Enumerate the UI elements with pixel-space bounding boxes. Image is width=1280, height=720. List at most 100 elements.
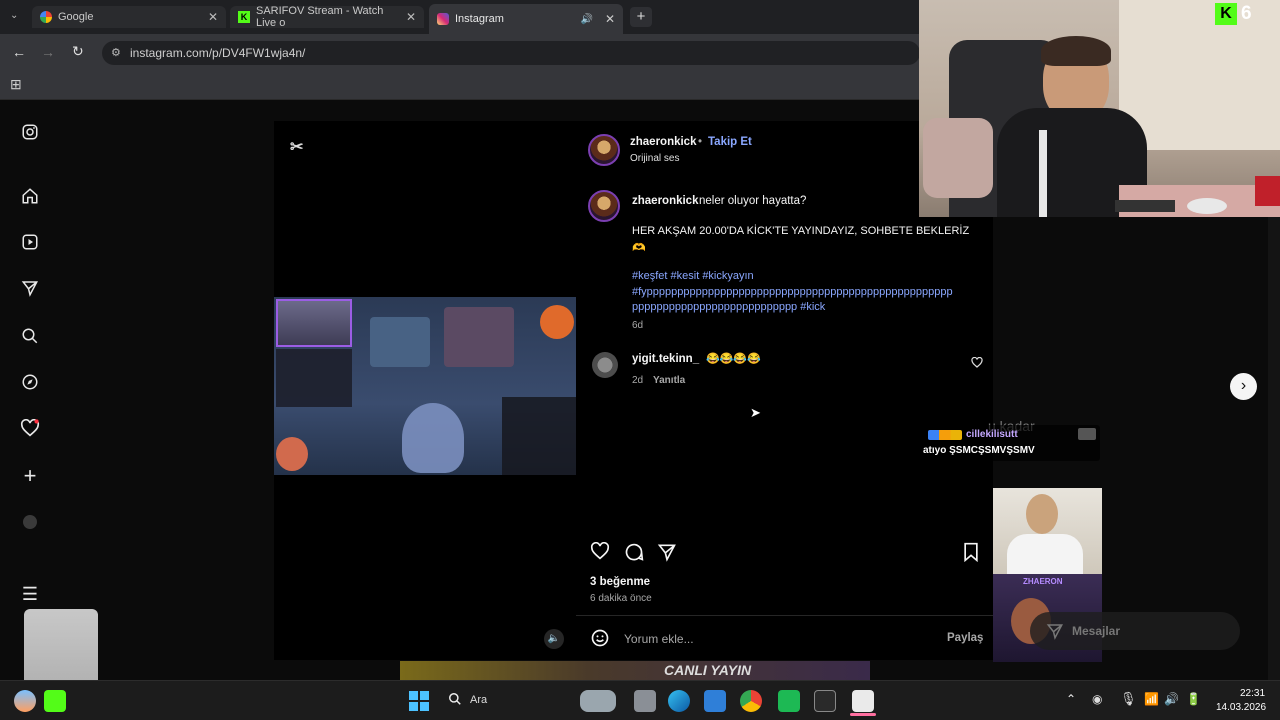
apps-grid-icon[interactable]: ⊞ <box>10 76 22 93</box>
follow-button[interactable]: Takip Et <box>708 136 752 148</box>
profile-avatar-icon[interactable] <box>18 510 42 534</box>
bookmarks-bar: ⊞ <box>0 70 920 100</box>
widgets-icon[interactable] <box>14 690 36 712</box>
tab-search-icon[interactable]: ⌄ <box>10 10 18 21</box>
epic-games-icon[interactable] <box>814 690 836 712</box>
caption-avatar[interactable] <box>588 190 620 222</box>
messages-send-icon <box>1046 622 1064 640</box>
like-icon[interactable] <box>590 542 610 560</box>
commenter-avatar[interactable] <box>592 352 618 378</box>
active-app-indicator <box>850 713 876 716</box>
home-icon[interactable] <box>18 184 42 208</box>
next-post-arrow-icon[interactable]: › <box>1230 373 1257 400</box>
share-icon[interactable] <box>657 542 677 562</box>
tab-kick[interactable]: K SARIFOV Stream - Watch Live o ✕ <box>230 5 424 29</box>
back-icon[interactable]: ← <box>12 44 26 60</box>
chat-message: cillekilisutt atıyo ŞSMCŞSMVŞSMV <box>920 425 1100 461</box>
author-username[interactable]: zhaeronkick <box>630 136 696 148</box>
comment-input[interactable]: Yorum ekle... <box>624 632 694 646</box>
clock-time[interactable]: 22:31 <box>1240 688 1265 699</box>
emoji-picker-icon[interactable] <box>590 628 610 648</box>
chat-message-text: atıyo ŞSMCŞSMVŞSMV <box>923 445 1035 456</box>
author-avatar[interactable] <box>588 134 620 166</box>
site-info-icon[interactable]: ⚙ <box>111 46 121 59</box>
explore-icon[interactable] <box>18 370 42 394</box>
close-tab-icon[interactable]: ✕ <box>208 10 218 24</box>
kick-viewer-count: 6 <box>1241 3 1252 24</box>
like-count[interactable]: 3 beğenme <box>590 576 650 588</box>
game-building <box>370 317 430 367</box>
more-menu-icon[interactable]: ☰ <box>18 582 42 606</box>
close-tab-icon[interactable]: ✕ <box>605 12 615 26</box>
forward-icon[interactable]: → <box>41 44 55 60</box>
close-tab-icon[interactable]: ✕ <box>406 10 416 24</box>
hashtags-line-2[interactable]: #fyppppppppppppppppppppppppppppppppppppp… <box>632 286 953 298</box>
file-explorer-icon[interactable] <box>634 690 656 712</box>
audio-label[interactable]: Orijinal ses <box>630 153 679 164</box>
browser-tab-bar: ⌄ Google ✕ K SARIFOV Stream - Watch Live… <box>0 0 920 34</box>
create-plus-icon[interactable]: + <box>18 463 42 488</box>
microphone-icon[interactable]: 🎙 <box>1120 691 1137 707</box>
game-character <box>402 403 464 473</box>
battery-icon[interactable]: 🔋 <box>1186 692 1201 706</box>
reload-icon[interactable]: ↻ <box>72 43 84 60</box>
taskbar-search[interactable]: Ara <box>440 688 570 714</box>
page-scrollbar[interactable] <box>1268 217 1280 680</box>
streamer-webcam: K 6 <box>919 0 1280 217</box>
save-bookmark-icon[interactable] <box>962 542 980 562</box>
tray-chevron-icon[interactable]: ⌃ <box>1066 692 1076 706</box>
mouse-device <box>1187 198 1227 214</box>
guest-face <box>1026 494 1058 534</box>
caption-text: neler oluyor hayatta? <box>699 195 807 207</box>
address-bar[interactable]: ⚙ instagram.com/p/DV4FW1wja4n/ <box>102 41 920 65</box>
new-tab-icon[interactable]: + <box>630 7 652 27</box>
direct-messages-icon[interactable] <box>18 276 42 300</box>
discord-green-icon[interactable] <box>778 690 800 712</box>
messages-pill[interactable]: Mesajlar <box>1030 612 1240 650</box>
store-icon[interactable] <box>704 690 726 712</box>
tab-label: SARIFOV Stream - Watch Live o <box>256 5 384 29</box>
chrome-icon[interactable] <box>740 690 762 712</box>
mute-toggle-icon[interactable]: 🔈 <box>544 629 564 649</box>
windows-start-icon[interactable] <box>408 690 430 712</box>
kick-counter: K 6 <box>1215 3 1273 27</box>
hoodie-stripe <box>1039 130 1047 217</box>
caption-timestamp: 6d <box>632 320 644 331</box>
streamer-hair <box>1041 36 1111 66</box>
wifi-icon[interactable]: 📶 <box>1144 692 1159 706</box>
tab-google[interactable]: Google ✕ <box>32 6 226 28</box>
video-game-frame <box>274 297 576 475</box>
hashtags-line-1[interactable]: #keşfet #kesit #kickyayın <box>632 270 754 282</box>
clock-date[interactable]: 14.03.2026 <box>1216 702 1266 713</box>
live-banner: CANLI YAYIN <box>400 661 870 680</box>
tab-instagram[interactable]: Instagram 🔊 ✕ <box>429 4 623 34</box>
reels-icon[interactable] <box>18 230 42 254</box>
kick-tray-icon[interactable] <box>44 690 66 712</box>
search-icon[interactable] <box>18 324 42 348</box>
hashtags-line-3[interactable]: ppppppppppppppppppppppppppp #kick <box>632 301 825 313</box>
speaker-icon[interactable]: 🔊 <box>580 14 592 25</box>
chat-panel <box>502 397 576 475</box>
notepad-icon[interactable] <box>852 690 874 712</box>
tab-label: Google <box>58 11 94 23</box>
edge-icon[interactable] <box>668 690 690 712</box>
volume-icon[interactable]: 🔊 <box>1164 692 1179 706</box>
tray-chrome-icon[interactable]: ◉ <box>1092 692 1102 706</box>
caption-emoji: 🫶 <box>632 242 646 254</box>
explorer-thumb-icon[interactable] <box>580 690 616 712</box>
instagram-logo-icon[interactable] <box>18 120 42 144</box>
comment-icon[interactable] <box>624 542 644 562</box>
chat-badges-icon <box>928 430 962 440</box>
comment-username[interactable]: yigit.tekinn_ <box>632 353 699 365</box>
chat-video-icon <box>1078 428 1096 440</box>
game-building <box>444 307 514 367</box>
messages-label: Mesajlar <box>1072 624 1121 638</box>
post-comment-button[interactable]: Paylaş <box>947 632 983 644</box>
mouse-cursor-icon: ➤ <box>750 405 761 420</box>
reply-button[interactable]: Yanıtla <box>653 375 685 386</box>
comment-timestamp: 2d <box>632 375 644 386</box>
caption-username[interactable]: zhaeronkick <box>632 195 698 207</box>
notifications-heart-icon[interactable] <box>18 416 42 440</box>
comment-like-icon[interactable] <box>971 357 983 368</box>
kick-logo-icon: K <box>1215 3 1237 25</box>
